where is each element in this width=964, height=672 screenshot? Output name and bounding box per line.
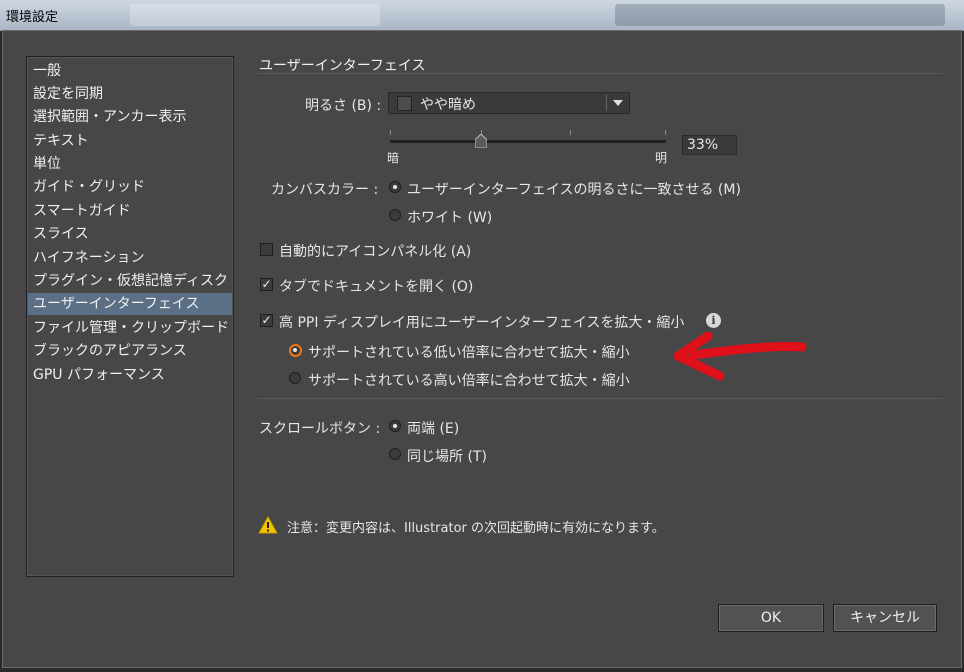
brightness-slider[interactable] — [390, 140, 666, 143]
sidebar-item-gpu[interactable]: GPU パフォーマンス — [28, 364, 232, 386]
brightness-value: やや暗め — [420, 97, 476, 113]
slider-min-label: 暗 — [387, 151, 400, 165]
canvas-color-label: カンバスカラー : — [271, 182, 379, 198]
chevron-down-icon — [613, 100, 623, 106]
scale-high-label[interactable]: サポートされている高い倍率に合わせて拡大・縮小 — [308, 370, 630, 390]
hi-ppi-scale-checkbox[interactable]: ✓ — [260, 314, 273, 327]
sidebar-item-plugins[interactable]: プラグイン・仮想記憶ディスク — [28, 270, 232, 292]
sidebar-item-sync[interactable]: 設定を同期 — [28, 83, 232, 105]
scroll-buttons-label: スクロールボタン : — [259, 421, 381, 437]
slider-thumb[interactable] — [475, 134, 487, 148]
canvas-white-radio[interactable] — [389, 209, 401, 221]
info-icon[interactable]: i — [706, 313, 721, 328]
canvas-white-label[interactable]: ホワイト (W) — [407, 207, 492, 227]
scale-high-radio[interactable] — [289, 372, 301, 384]
canvas-match-label[interactable]: ユーザーインターフェイスの明るさに一致させる (M) — [407, 179, 741, 199]
scroll-together-label[interactable]: 同じ場所 (T) — [407, 446, 487, 466]
brightness-dropdown[interactable]: やや暗め — [388, 92, 630, 114]
sidebar-item-user-interface[interactable]: ユーザーインターフェイス — [28, 293, 232, 315]
sidebar-item-selection[interactable]: 選択範囲・アンカー表示 — [28, 106, 232, 128]
sidebar-item-black-appearance[interactable]: ブラックのアピアランス — [28, 340, 232, 362]
slider-max-label: 明 — [655, 151, 668, 165]
slider-tick — [390, 130, 391, 135]
ok-button[interactable]: OK — [718, 604, 824, 632]
scale-low-radio[interactable] — [289, 344, 302, 357]
annotation-arrow — [673, 331, 807, 381]
section-divider — [257, 73, 943, 74]
scale-low-label[interactable]: サポートされている低い倍率に合わせて拡大・縮小 — [308, 342, 630, 362]
hi-ppi-scale-label[interactable]: 高 PPI ディスプレイ用にユーザーインターフェイスを拡大・縮小 — [279, 312, 684, 332]
section-divider — [257, 398, 943, 399]
canvas-match-radio[interactable] — [389, 181, 401, 193]
sidebar-item-slices[interactable]: スライス — [28, 223, 232, 245]
open-in-tabs-checkbox[interactable]: ✓ — [260, 278, 273, 291]
scroll-both-ends-label[interactable]: 両端 (E) — [407, 418, 459, 438]
category-list: 一般 設定を同期 選択範囲・アンカー表示 テキスト 単位 ガイド・グリッド スマ… — [26, 56, 234, 577]
section-title: ユーザーインターフェイス — [259, 58, 426, 74]
brightness-swatch — [397, 96, 412, 111]
slider-tick — [570, 130, 571, 135]
background-window — [615, 4, 945, 26]
warning-icon — [258, 516, 278, 534]
sidebar-item-guides-grid[interactable]: ガイド・グリッド — [28, 176, 232, 198]
sidebar-item-file-handling[interactable]: ファイル管理・クリップボード — [28, 317, 232, 339]
sidebar-item-hyphenation[interactable]: ハイフネーション — [28, 247, 232, 269]
cancel-button[interactable]: キャンセル — [833, 604, 937, 632]
restart-note: 注意：変更内容は、Illustrator の次回起動時に有効になります。 — [287, 521, 665, 536]
open-in-tabs-label[interactable]: タブでドキュメントを開く (O) — [279, 276, 473, 296]
sidebar-item-units[interactable]: 単位 — [28, 153, 232, 175]
title-bar: 環境設定 — [0, 0, 964, 31]
window-title: 環境設定 — [6, 10, 59, 25]
brightness-label: 明るさ (B) : — [305, 98, 382, 114]
sidebar-item-text[interactable]: テキスト — [28, 130, 232, 152]
background-tab — [130, 4, 380, 26]
sidebar-item-general[interactable]: 一般 — [28, 60, 232, 82]
auto-collapse-label[interactable]: 自動的にアイコンパネル化 (A) — [279, 241, 471, 261]
sidebar-item-smart-guides[interactable]: スマートガイド — [28, 200, 232, 222]
brightness-percent-field[interactable]: 33% — [682, 135, 737, 155]
auto-collapse-checkbox[interactable] — [260, 243, 273, 256]
slider-tick — [665, 130, 666, 135]
scroll-both-ends-radio[interactable] — [389, 420, 401, 432]
scroll-together-radio[interactable] — [389, 448, 401, 460]
